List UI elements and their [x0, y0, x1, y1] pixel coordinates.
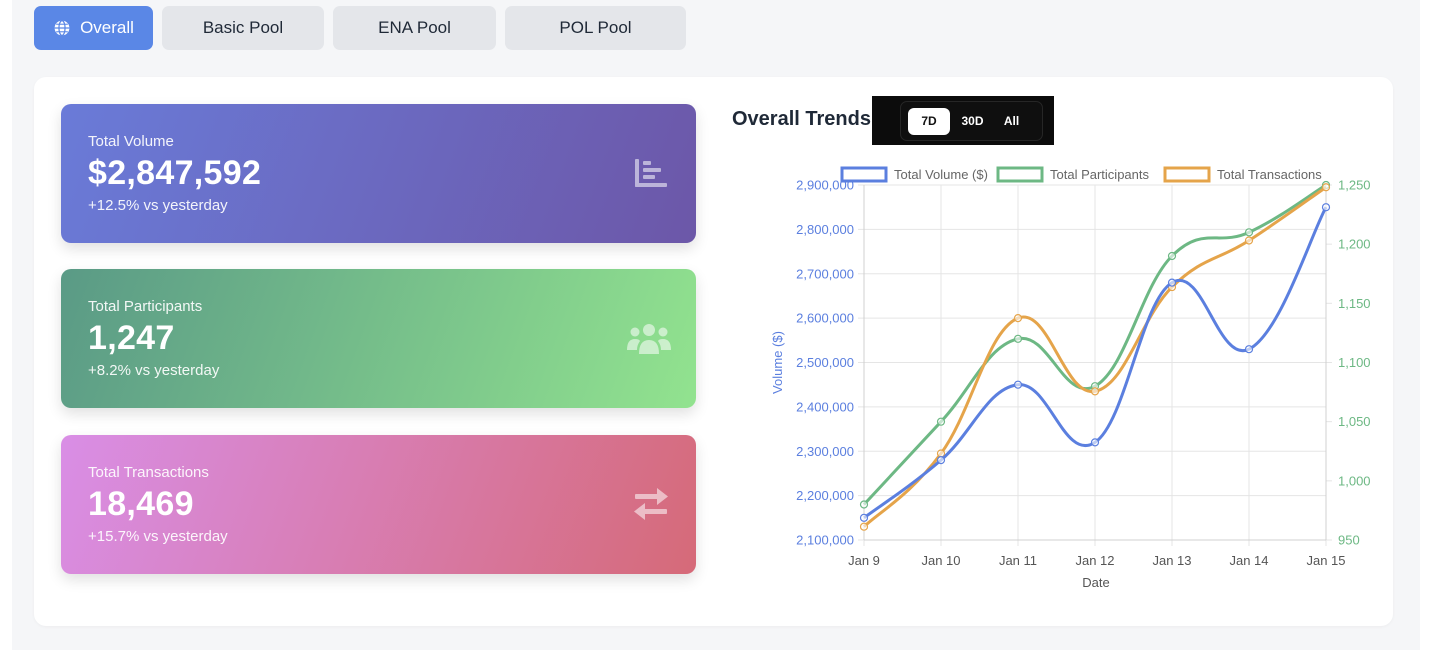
- data-point: [936, 417, 946, 426]
- card-label: Total Volume: [88, 133, 174, 150]
- data-point: [1013, 314, 1023, 323]
- x-tick-label: Jan 14: [1229, 553, 1268, 568]
- y-right-tick-label: 1,250: [1338, 178, 1371, 193]
- globe-icon: [54, 19, 70, 37]
- card-change: +12.5% vs yesterday: [88, 197, 228, 214]
- range-all-button[interactable]: All: [995, 108, 1028, 135]
- chart-title: Overall Trends: [732, 108, 871, 130]
- trends-line-chart: 2,100,000 2,200,000 2,300,000 2,400,000 2,50…: [770, 166, 1371, 590]
- data-point: [1244, 228, 1254, 237]
- range-selector: 7D 30D All: [872, 96, 1054, 145]
- card-value: 1,247: [88, 319, 175, 357]
- card-label: Total Participants: [88, 298, 203, 315]
- x-tick-label: Jan 9: [848, 553, 880, 568]
- data-point: [1013, 380, 1023, 389]
- y-left-tick-label: 2,200,000: [796, 488, 854, 503]
- y-left-tick-label: 2,100,000: [796, 533, 854, 548]
- data-point: [1090, 387, 1100, 396]
- users-icon: [627, 324, 671, 354]
- data-point: [1167, 251, 1177, 261]
- y-right-tick-label: 1,100: [1338, 355, 1371, 370]
- y-left-tick-label: 2,500,000: [796, 355, 854, 370]
- y-right-tick-label: 1,150: [1338, 296, 1371, 311]
- x-tick-label: Jan 15: [1306, 553, 1345, 568]
- app-shell: Overall Basic Pool ENA Pool POL Pool Tot…: [12, 0, 1420, 650]
- x-tick-label: Jan 13: [1152, 553, 1191, 568]
- tab-basic-pool[interactable]: Basic Pool: [162, 6, 324, 50]
- x-tick-label: Jan 12: [1075, 553, 1114, 568]
- data-point: [1244, 345, 1254, 354]
- data-point: [936, 456, 946, 465]
- range-7d-button[interactable]: 7D: [908, 107, 950, 135]
- y-right-tick-label: 1,200: [1338, 237, 1371, 252]
- tab-label: ENA Pool: [378, 18, 451, 37]
- data-point: [859, 522, 869, 531]
- legend-swatch: [996, 166, 1044, 183]
- y-right-tick-label: 1,000: [1338, 473, 1371, 488]
- total-participants-card: Total Participants 1,247 +8.2% vs yester…: [61, 269, 696, 408]
- tab-label: Overall: [80, 18, 134, 37]
- bar-chart-icon: [635, 159, 667, 187]
- data-point: [1244, 236, 1254, 245]
- data-point: [1090, 438, 1100, 447]
- data-point: [1321, 183, 1331, 192]
- legend-swatch: [840, 166, 888, 183]
- total-transactions-card: Total Transactions 18,469 +15.7% vs yest…: [61, 435, 696, 574]
- y-left-tick-label: 2,300,000: [796, 444, 854, 459]
- legend-label: Total Participants: [1050, 167, 1149, 182]
- tab-label: Basic Pool: [202, 18, 284, 37]
- data-point: [1167, 278, 1177, 287]
- y-left-tick-label: 2,700,000: [796, 266, 854, 281]
- data-point: [859, 513, 869, 522]
- data-point: [1321, 203, 1331, 212]
- card-value: 18,469: [88, 485, 194, 523]
- y-right-tick-label: 950: [1338, 533, 1360, 548]
- range-group: 7D 30D All: [900, 101, 1043, 141]
- y-left-tick-label: 2,800,000: [796, 222, 854, 237]
- y-left-axis-title: Volume ($): [770, 331, 785, 394]
- data-point: [1013, 334, 1023, 343]
- x-tick-label: Jan 11: [999, 553, 1037, 568]
- y-right-tick-label: 1,050: [1338, 414, 1371, 429]
- tab-ena-pool[interactable]: ENA Pool: [333, 6, 496, 50]
- total-volume-card: Total Volume $2,847,592 +12.5% vs yester…: [61, 104, 696, 243]
- legend-swatch: [1163, 166, 1211, 183]
- range-30d-button[interactable]: 30D: [954, 108, 991, 135]
- y-left-tick-label: 2,400,000: [796, 399, 854, 414]
- y-left-tick-label: 2,600,000: [796, 311, 854, 326]
- tab-pol-pool[interactable]: POL Pool: [505, 6, 686, 50]
- legend-label: Total Transactions: [1217, 167, 1322, 182]
- card-value: $2,847,592: [88, 154, 262, 192]
- legend-label: Total Volume ($): [894, 167, 988, 182]
- card-change: +15.7% vs yesterday: [88, 528, 228, 545]
- pool-tabs: Overall Basic Pool ENA Pool POL Pool: [34, 6, 686, 50]
- tab-label: POL Pool: [559, 18, 632, 37]
- exchange-icon: [634, 488, 668, 520]
- tab-overall[interactable]: Overall: [34, 6, 153, 50]
- data-point: [859, 500, 869, 509]
- x-axis-title: Date: [1082, 575, 1109, 590]
- overview-panel: Total Volume $2,847,592 +12.5% vs yester…: [34, 77, 1393, 626]
- card-label: Total Transactions: [88, 464, 209, 481]
- card-change: +8.2% vs yesterday: [88, 362, 220, 379]
- x-tick-label: Jan 10: [921, 553, 960, 568]
